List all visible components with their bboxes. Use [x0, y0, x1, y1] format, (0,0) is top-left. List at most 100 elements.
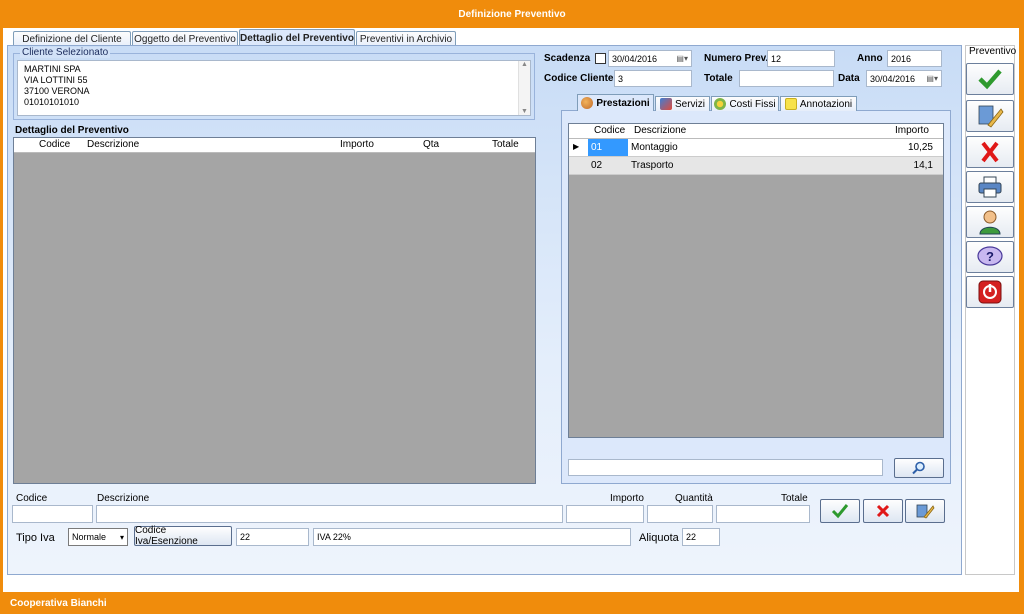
totale-field[interactable]	[739, 70, 834, 87]
prestazioni-grid[interactable]: Codice Descrizione Importo ▶ 01 Montaggi…	[568, 123, 944, 438]
entry-importo-label: Importo	[610, 493, 644, 504]
aliquota-label: Aliquota	[639, 532, 679, 544]
col-importo[interactable]: Importo	[340, 139, 374, 150]
broom-icon	[978, 105, 1004, 128]
cancel-entry-button[interactable]	[863, 499, 903, 523]
toolbar-title: Preventivo	[969, 46, 1017, 57]
dettaglio-title: Dettaglio del Preventivo	[15, 125, 129, 136]
entry-descrizione-label: Descrizione	[97, 493, 150, 504]
clear-entry-button[interactable]	[905, 499, 945, 523]
cell-importo[interactable]: 10,25	[908, 142, 933, 153]
table-row[interactable]: ▶ 01 Montaggio 10,25	[569, 139, 943, 157]
col-qta[interactable]: Qta	[423, 139, 439, 150]
confirm-entry-button[interactable]	[820, 499, 860, 523]
calendar-dropdown-icon[interactable]: ▤▾	[926, 74, 938, 83]
table-row[interactable]: 02 Trasporto 14,1	[569, 157, 943, 175]
scroll-down-icon[interactable]: ▼	[519, 108, 530, 115]
subtab-costi-fissi[interactable]: Costi Fissi	[711, 96, 779, 111]
status-footer: Cooperativa Bianchi	[0, 593, 1024, 614]
scadenza-value: 30/04/2016	[612, 53, 658, 64]
totale-label: Totale	[704, 73, 733, 84]
cliente-line: VIA LOTTINI 55	[24, 75, 88, 85]
col-codice[interactable]: Codice	[39, 139, 70, 150]
anno-field[interactable]: 2016	[887, 50, 942, 67]
entry-codice-label: Codice	[16, 493, 48, 504]
note-icon	[784, 98, 797, 110]
flower-icon	[714, 98, 727, 110]
user-button[interactable]	[966, 206, 1014, 238]
search-button[interactable]	[894, 458, 944, 478]
tools-icon	[659, 98, 672, 110]
prestazioni-search-input[interactable]	[568, 459, 883, 476]
exit-button[interactable]	[966, 276, 1014, 308]
data-date-field[interactable]: 30/04/2016 ▤▾	[866, 70, 942, 87]
help-button[interactable]: ?	[966, 241, 1014, 273]
close-icon	[981, 141, 999, 163]
codice-iva-field[interactable]: 22	[236, 528, 309, 546]
codice-cliente-field[interactable]: 3	[614, 70, 692, 87]
cliente-textarea[interactable]: MARTINI SPA VIA LOTTINI 55 37100 VERONA …	[17, 60, 531, 116]
scadenza-date-field[interactable]: 30/04/2016 ▤▾	[608, 50, 692, 67]
col-importo[interactable]: Importo	[895, 125, 929, 136]
codice-cliente-label: Codice Cliente	[544, 73, 614, 84]
iva-descrizione-field[interactable]: IVA 22%	[313, 528, 631, 546]
scadenza-checkbox[interactable]	[595, 53, 606, 64]
cliente-line: 37100 VERONA	[24, 86, 90, 96]
tipo-iva-label: Tipo Iva	[16, 532, 55, 544]
cell-codice[interactable]: 01	[588, 139, 628, 156]
close-icon	[876, 504, 890, 518]
cliente-scrollbar[interactable]: ▲ ▼	[518, 61, 530, 115]
entry-totale-label: Totale	[781, 493, 808, 504]
save-button[interactable]	[966, 63, 1014, 95]
cell-descrizione[interactable]: Montaggio	[631, 142, 678, 153]
calendar-dropdown-icon[interactable]: ▤▾	[676, 54, 688, 63]
col-descrizione[interactable]: Descrizione	[87, 139, 139, 150]
tipo-iva-select[interactable]: Normale ▾	[68, 528, 128, 546]
entry-codice-field[interactable]	[12, 505, 93, 523]
col-descrizione[interactable]: Descrizione	[634, 125, 686, 136]
window-title: Definizione Preventivo	[0, 0, 1024, 28]
printer-icon	[978, 176, 1002, 198]
subtab-label: Prestazioni	[596, 97, 650, 109]
cell-importo[interactable]: 14,1	[914, 160, 933, 171]
data-value: 30/04/2016	[870, 73, 916, 84]
subtab-prestazioni[interactable]: Prestazioni	[577, 94, 654, 111]
subtab-servizi[interactable]: Servizi	[655, 96, 710, 111]
subtab-label: Servizi	[674, 98, 705, 110]
print-button[interactable]	[966, 171, 1014, 203]
dettaglio-grid[interactable]: Codice Descrizione Importo Qta Totale	[13, 137, 536, 484]
dettaglio-header: Codice Descrizione Importo Qta Totale	[14, 138, 535, 153]
subtab-annotazioni[interactable]: Annotazioni	[780, 96, 857, 111]
data-label: Data	[838, 73, 860, 84]
chevron-down-icon[interactable]: ▾	[120, 533, 124, 542]
scroll-up-icon[interactable]: ▲	[519, 61, 530, 68]
codice-iva-button[interactable]: Codice Iva/Esenzione	[134, 525, 232, 547]
entry-totale-field[interactable]	[716, 505, 810, 523]
aliquota-field[interactable]: 22	[682, 528, 720, 546]
cliente-legend: Cliente Selezionato	[20, 47, 111, 58]
cliente-line: 01010101010	[24, 97, 80, 107]
entry-quantita-label: Quantità	[675, 493, 713, 504]
entry-importo-field[interactable]	[566, 505, 644, 523]
numero-prev-label: Numero Prev.	[704, 53, 769, 64]
broom-icon	[916, 504, 935, 519]
user-icon	[979, 210, 1001, 235]
cell-descrizione[interactable]: Trasporto	[631, 160, 673, 171]
cliente-line: MARTINI SPA	[24, 64, 81, 74]
cell-codice[interactable]: 02	[591, 160, 602, 171]
users-icon	[581, 97, 594, 109]
col-totale[interactable]: Totale	[492, 139, 519, 150]
col-codice[interactable]: Codice	[594, 125, 625, 136]
clear-button[interactable]	[966, 100, 1014, 132]
anno-label: Anno	[857, 53, 883, 64]
entry-descrizione-field[interactable]	[96, 505, 563, 523]
entry-quantita-field[interactable]	[647, 505, 713, 523]
svg-text:?: ?	[986, 249, 994, 264]
tipo-iva-value: Normale	[72, 532, 107, 542]
checkmark-icon	[978, 69, 1002, 90]
power-icon	[978, 280, 1002, 304]
delete-button[interactable]	[966, 136, 1014, 168]
subtab-label: Costi Fissi	[729, 98, 776, 110]
scadenza-label: Scadenza	[544, 53, 591, 64]
numero-prev-field[interactable]: 12	[767, 50, 835, 67]
